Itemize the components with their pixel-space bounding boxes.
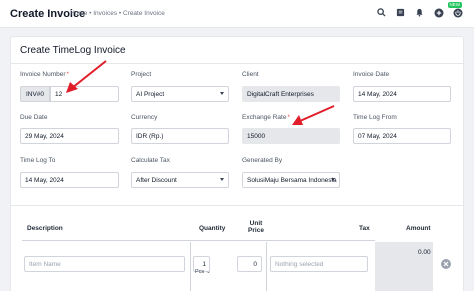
th-unit-price: Unit Price	[248, 220, 264, 234]
chevron-down-icon	[220, 92, 224, 95]
new-badge: NEW	[447, 2, 462, 8]
row-amount: 0.00	[418, 249, 431, 256]
column-divider	[190, 242, 191, 291]
section-divider	[10, 205, 464, 206]
invoice-number-label: Invoice Number*	[20, 71, 69, 78]
unit-price-input[interactable]: 0	[237, 256, 262, 272]
top-bar: Create Invoice Home • Invoices • Create …	[0, 0, 474, 28]
th-quantity: Quantity	[199, 225, 226, 232]
calculate-tax-select[interactable]: After Discount	[131, 172, 229, 188]
item-name-input[interactable]: Item Name	[24, 256, 185, 272]
invoice-number-input[interactable]: 12	[50, 86, 119, 102]
invoice-date-input[interactable]: 14 May, 2024	[353, 86, 451, 102]
chevron-down-icon	[220, 178, 224, 181]
timelog-to-label: Time Log To	[20, 157, 56, 164]
currency-select[interactable]: IDR (Rp.)	[131, 128, 229, 144]
search-icon[interactable]	[375, 6, 388, 19]
timelog-from-label: Time Log From	[353, 114, 397, 121]
timelog-to-input[interactable]: 14 May, 2024	[20, 172, 119, 188]
exchange-rate-label: Exchange Rate*	[242, 114, 290, 121]
breadcrumb[interactable]: Home • Invoices • Create Invoice	[70, 10, 165, 17]
exchange-rate-input[interactable]: 15000	[242, 128, 340, 144]
th-tax: Tax	[359, 225, 370, 232]
remove-row-button[interactable]	[441, 259, 451, 269]
invoice-prefix: INV#0	[20, 86, 50, 102]
chevron-down-icon	[331, 178, 335, 181]
currency-label: Currency	[131, 114, 158, 121]
client-label: Client	[242, 71, 259, 78]
th-description: Description	[27, 225, 63, 232]
due-date-label: Due Date	[20, 114, 48, 121]
table-header-line	[22, 240, 375, 241]
generated-by-select[interactable]: SolusiMaju Bersama Indonesia	[242, 172, 340, 188]
unit-select[interactable]: Pcs ⌄	[195, 269, 211, 275]
add-icon[interactable]	[432, 6, 445, 19]
chevron-down-icon: ⌄	[206, 269, 211, 275]
client-field: DigitalCraft Enterprises	[242, 86, 340, 102]
due-date-input[interactable]: 29 May, 2024	[20, 128, 119, 144]
project-select[interactable]: AI Project	[131, 86, 229, 102]
invoice-date-label: Invoice Date	[353, 71, 390, 78]
bell-icon[interactable]	[413, 6, 426, 19]
close-icon	[443, 261, 449, 267]
notes-icon[interactable]	[394, 6, 407, 19]
tax-select[interactable]: Nothing selected	[270, 256, 368, 272]
generated-by-label: Generated By	[242, 157, 283, 164]
column-divider	[266, 242, 267, 291]
timelog-from-input[interactable]: 07 May, 2024	[353, 128, 451, 144]
th-amount: Amount	[406, 225, 431, 232]
divider	[11, 63, 463, 64]
form-title: Create TimeLog Invoice	[20, 45, 126, 56]
calculate-tax-label: Calculate Tax	[131, 157, 170, 164]
project-label: Project	[131, 71, 152, 78]
